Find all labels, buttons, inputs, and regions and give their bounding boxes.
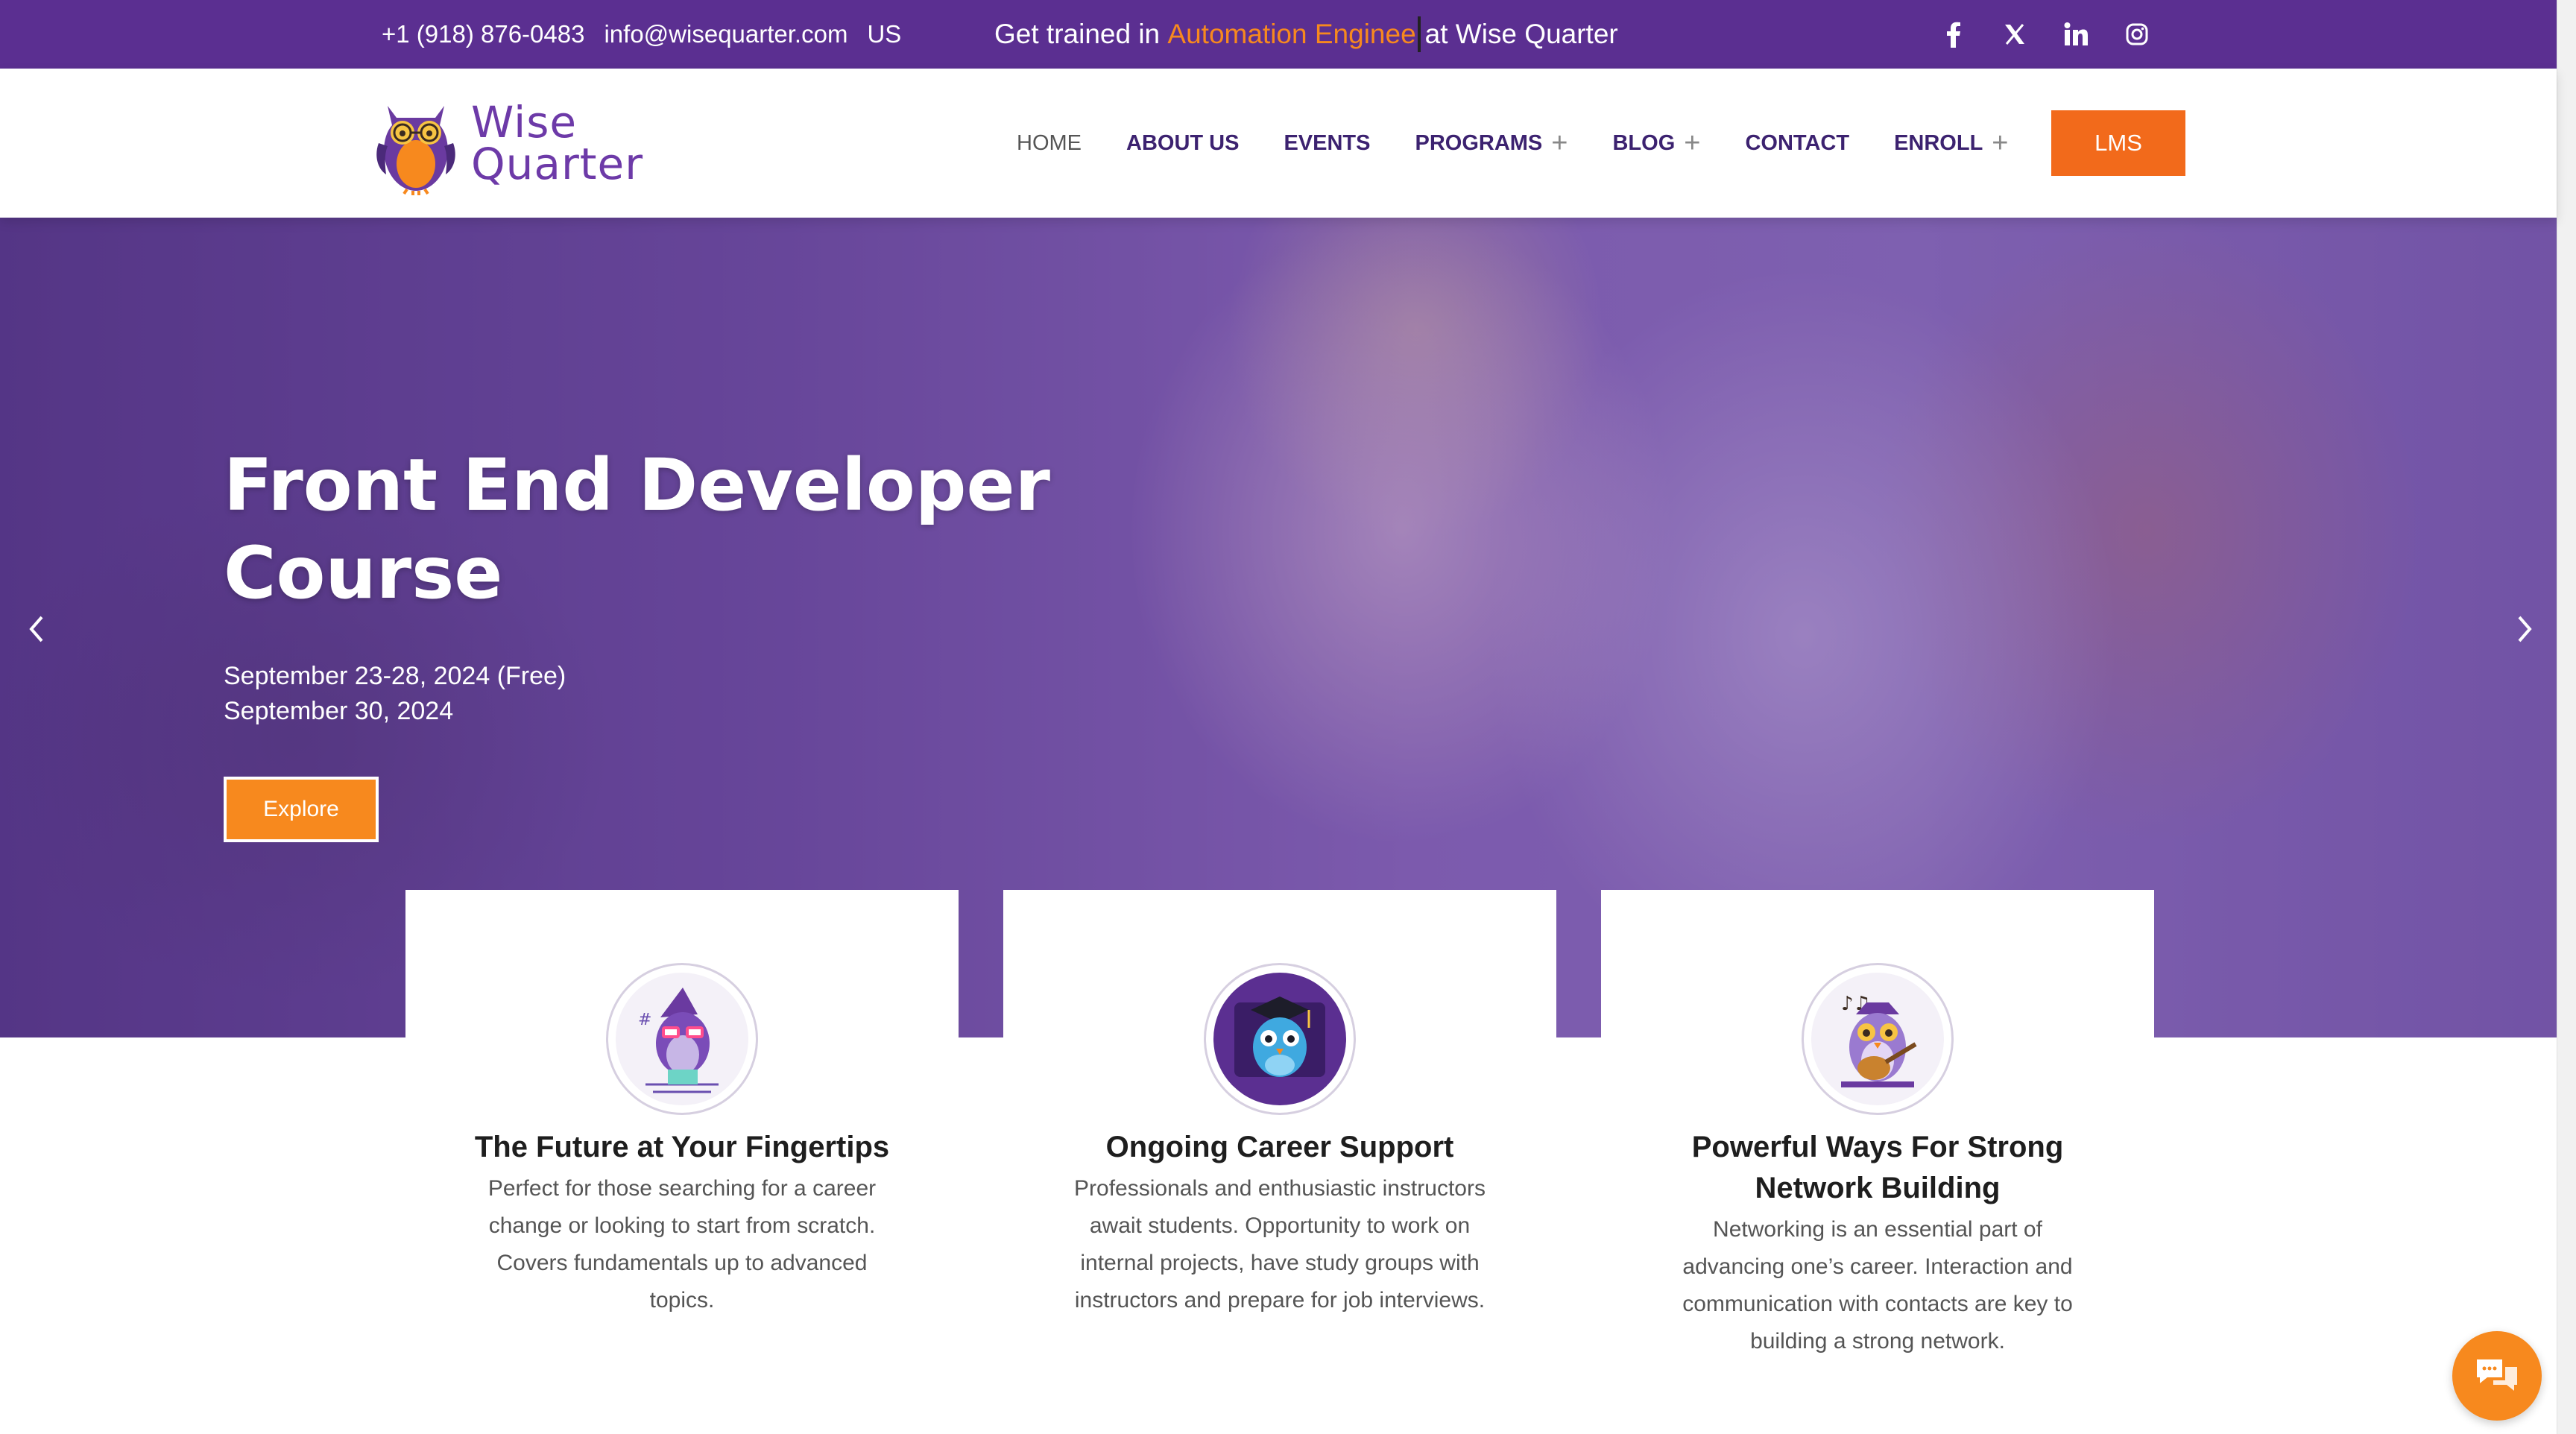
instagram-icon[interactable]: [2121, 19, 2153, 50]
hero-date-line-2: September 30, 2024: [224, 697, 454, 725]
page-scrollbar[interactable]: [2557, 0, 2576, 1434]
nav-programs[interactable]: PROGRAMS +: [1415, 127, 1568, 159]
card-body: Professionals and enthusiastic instructo…: [1074, 1176, 1486, 1313]
logo-wordmark: Wise Quarter: [471, 97, 644, 189]
chevron-left-icon: [29, 616, 43, 642]
svg-text:#: #: [638, 1011, 651, 1029]
facebook-icon[interactable]: [1938, 19, 1969, 50]
nav-blog-label: BLOG: [1612, 130, 1676, 155]
feature-card-future: # The Future at Your Fingertips Perfect …: [405, 890, 959, 1434]
plus-icon: +: [1992, 127, 2009, 159]
typing-cursor: [1417, 16, 1421, 52]
nav-blog[interactable]: BLOG +: [1612, 127, 1701, 159]
card-title: The Future at Your Fingertips: [474, 1131, 890, 1163]
main-nav: HOME ABOUT US EVENTS PROGRAMS + BLOG + CON…: [1017, 69, 2009, 218]
nav-contact[interactable]: CONTACT: [1745, 131, 1849, 156]
slider-prev-arrow[interactable]: [21, 607, 51, 651]
nav-enroll-label: ENROLL: [1894, 130, 1983, 155]
feature-card-network: ♪♫ Powerful Ways For Strong Network Buil…: [1601, 890, 2154, 1434]
phone-link[interactable]: +1 (918) 876-0483: [382, 20, 584, 48]
promo-accent: Automation Enginee: [1167, 19, 1416, 49]
nav-about-label: ABOUT US: [1126, 130, 1240, 155]
plus-icon: +: [1551, 127, 1568, 159]
contact-info: +1 (918) 876-0483 info@wisequarter.com U…: [382, 0, 901, 69]
live-chat-button[interactable]: [2452, 1331, 2542, 1421]
x-icon[interactable]: [1999, 19, 2030, 50]
promo-prefix: Get trained in: [994, 19, 1168, 49]
chevron-right-icon: [2518, 616, 2532, 642]
nav-programs-label: PROGRAMS: [1415, 130, 1543, 155]
hero-dates: September 23-28, 2024 (Free) September 3…: [224, 659, 566, 729]
nav-events-label: EVENTS: [1284, 130, 1371, 155]
top-bar: +1 (918) 876-0483 info@wisequarter.com U…: [0, 0, 2557, 69]
owl-coder-icon: #: [616, 973, 748, 1105]
nav-home[interactable]: HOME: [1017, 131, 1082, 156]
nav-contact-label: CONTACT: [1745, 130, 1850, 155]
promo-suffix: at Wise Quarter: [1424, 19, 1618, 49]
nav-about[interactable]: ABOUT US: [1126, 131, 1239, 156]
site-logo[interactable]: Wise Quarter: [371, 91, 643, 195]
nav-events[interactable]: EVENTS: [1284, 131, 1370, 156]
card-badge: [1204, 963, 1356, 1115]
nav-home-label: HOME: [1017, 130, 1082, 155]
email-link[interactable]: info@wisequarter.com: [604, 20, 847, 48]
plus-icon: +: [1684, 127, 1701, 159]
card-badge: #: [606, 963, 758, 1115]
logo-line-1: Wise: [471, 97, 578, 148]
card-body: Perfect for those searching for a career…: [487, 1176, 877, 1313]
nav-enroll[interactable]: ENROLL +: [1894, 127, 2009, 159]
hero-title: Front End Developer Course: [224, 443, 1050, 615]
card-title: Ongoing Career Support: [1105, 1131, 1454, 1163]
card-badge: ♪♫: [1802, 963, 1954, 1115]
owl-guitar-icon: ♪♫: [1811, 973, 1944, 1105]
owl-logo-icon: [376, 106, 455, 195]
slider-next-arrow[interactable]: [2510, 607, 2540, 651]
site-header: Wise Quarter HOME ABOUT US EVENTS PROGRA…: [0, 69, 2557, 218]
feature-card-career: Ongoing Career Support Professionals and…: [1003, 890, 1556, 1434]
explore-button[interactable]: Explore: [224, 777, 379, 842]
card-title: Powerful Ways For Strong Network Buildin…: [1691, 1131, 2064, 1204]
chat-icon: [2477, 1359, 2517, 1391]
hero-date-line-1: September 23-28, 2024 (Free): [224, 662, 566, 690]
card-body: Networking is an essential part of advan…: [1682, 1217, 2073, 1354]
social-links: [1938, 0, 2153, 69]
promo-ticker: Get trained in Automation Enginee at Wise…: [994, 0, 1618, 69]
linkedin-icon[interactable]: [2060, 19, 2092, 50]
owl-graduate-icon: [1213, 973, 1346, 1105]
logo-line-2: Quarter: [471, 139, 644, 189]
lms-button[interactable]: LMS: [2051, 110, 2185, 176]
region-selector[interactable]: US: [867, 20, 901, 48]
